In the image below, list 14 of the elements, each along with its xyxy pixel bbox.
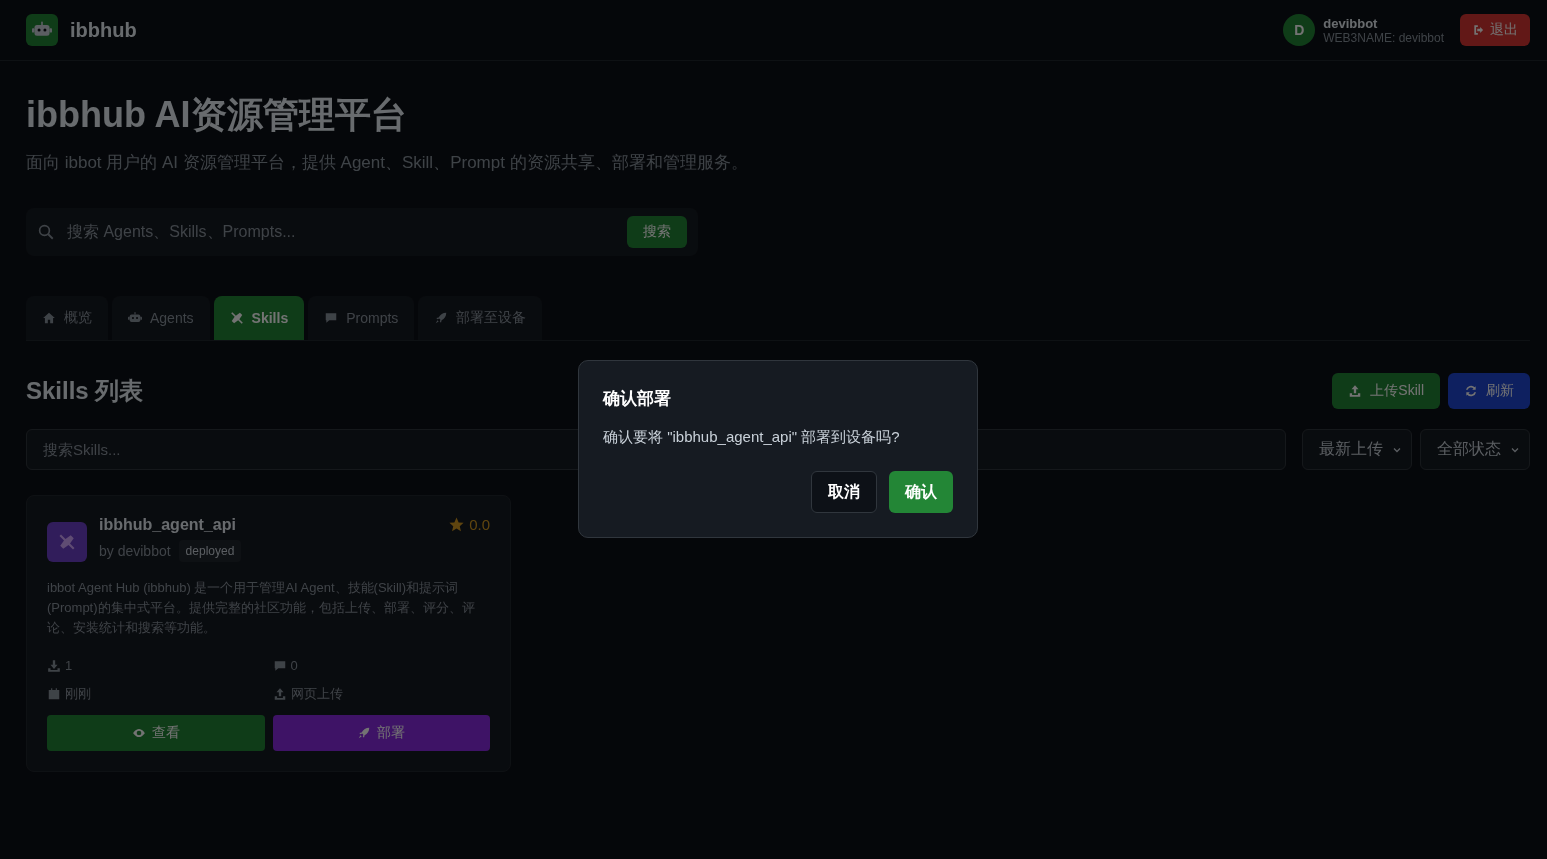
page-subtitle: 面向 ibbot 用户的 AI 资源管理平台，提供 Agent、Skill、Prompt 的资源共享、部署和管理服务。 bbox=[26, 152, 749, 174]
status-badge: deployed bbox=[178, 540, 242, 562]
dialog-message: 确认要将 "ibbhub_agent_api" 部署到设备吗? bbox=[603, 428, 901, 447]
stat-text: 1 bbox=[65, 658, 73, 673]
rating-value: 0.0 bbox=[469, 516, 490, 533]
user-subtitle: WEB3NAME: devibbot bbox=[1323, 30, 1444, 45]
author-name: by devibbot bbox=[99, 543, 171, 559]
skill-name: ibbhub_agent_api bbox=[99, 516, 237, 534]
page-title: ibbhub AI资源管理平台 bbox=[26, 93, 408, 137]
section-title: Skills 列表 bbox=[26, 376, 144, 406]
stat-text: 0 bbox=[290, 658, 298, 673]
user-name: devibbot bbox=[1323, 15, 1379, 31]
dialog-title: 确认部署 bbox=[603, 388, 672, 410]
user-avatar: D bbox=[1283, 14, 1316, 46]
